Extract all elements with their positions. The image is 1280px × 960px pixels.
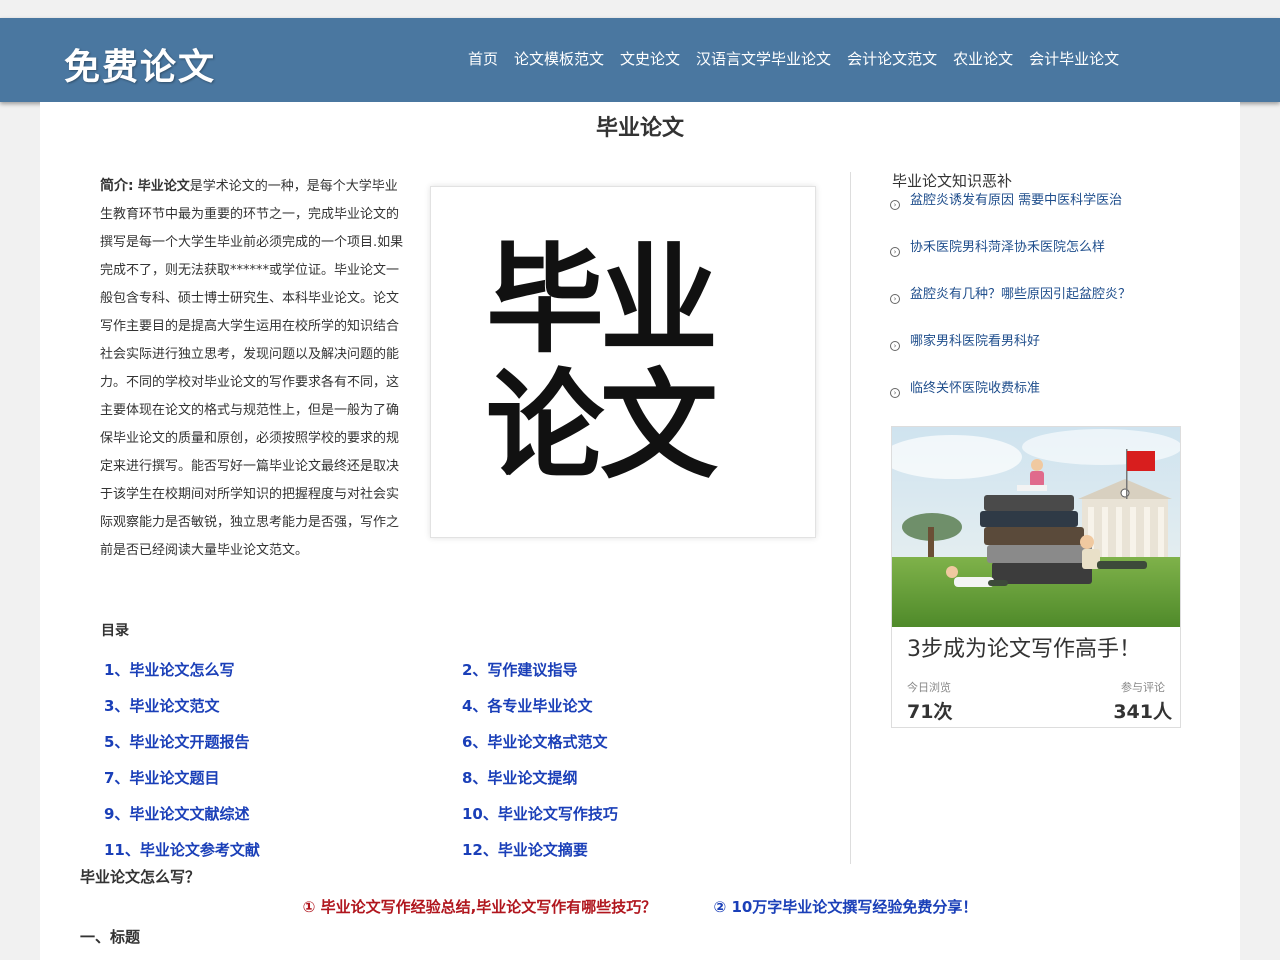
arrow-circle-icon: › — [890, 388, 900, 398]
nav-agriculture-papers[interactable]: 农业论文 — [945, 48, 1021, 69]
arrow-circle-icon: › — [890, 200, 900, 210]
section-heading: 一、标题 — [80, 928, 141, 946]
nav-accounting-papers[interactable]: 会计论文范文 — [839, 48, 945, 69]
cover-line-1: 毕业 — [486, 230, 718, 369]
intro-term: 毕业论文 — [137, 179, 190, 194]
list-item: › 盆腔炎诱发有原因 需要中医科学医治 — [890, 192, 1190, 239]
toc-item[interactable]: 5、毕业论文开题报告 — [104, 724, 462, 760]
nav-paper-templates[interactable]: 论文模板范文 — [506, 48, 612, 69]
views-count: 71次 — [907, 701, 953, 723]
toc-item[interactable]: 11、毕业论文参考文献 — [104, 832, 462, 868]
list-item: › 盆腔炎有几种？哪些原因引起盆腔炎？ — [890, 286, 1190, 333]
list-item: › 协禾医院男科菏泽协禾医院怎么样 — [890, 239, 1190, 286]
promo-caption: 3步成为论文写作高手！ — [907, 637, 1141, 662]
toc-item[interactable]: 3、毕业论文范文 — [104, 688, 462, 724]
column-divider — [850, 172, 851, 864]
sidebar-link[interactable]: 哪家男科医院看男科好 — [910, 333, 1040, 351]
page-title: 毕业论文 — [595, 116, 684, 141]
promo-links: ① 毕业论文写作经验总结,毕业论文写作有哪些技巧？ ② 10万字毕业论文撰写经验… — [40, 896, 1240, 917]
nav-chinese-literature[interactable]: 汉语言文学毕业论文 — [688, 48, 839, 69]
toc-item[interactable]: 7、毕业论文题目 — [104, 760, 462, 796]
sidebar-links: › 盆腔炎诱发有原因 需要中医科学医治 › 协禾医院男科菏泽协禾医院怎么样 › 盆腔炎… — [890, 192, 1190, 427]
toc-item[interactable]: 8、毕业论文提纲 — [462, 760, 784, 796]
sidebar-link[interactable]: 盆腔炎有几种？哪些原因引起盆腔炎？ — [910, 286, 1131, 304]
cover-image: 毕业 论文 — [430, 186, 816, 538]
table-of-contents: 1、毕业论文怎么写 2、写作建议指导 3、毕业论文范文 4、各专业毕业论文 5、… — [104, 652, 784, 868]
arrow-circle-icon: › — [890, 294, 900, 304]
intro-label: 简介: — [100, 178, 134, 194]
cover-line-2: 论文 — [486, 356, 718, 495]
nav-accounting-graduation[interactable]: 会计毕业论文 — [1021, 48, 1127, 69]
intro-text: 是学术论文的一种，是每个大学毕业生教育环节中最为重要的环节之一，完成毕业论文的撰… — [100, 179, 404, 558]
list-item: › 临终关怀医院收费标准 — [890, 380, 1190, 427]
sidebar-title: 毕业论文知识恶补 — [892, 172, 1013, 190]
toc-item[interactable]: 10、毕业论文写作技巧 — [462, 796, 784, 832]
promo-illustration — [892, 427, 1180, 627]
toc-item[interactable]: 6、毕业论文格式范文 — [462, 724, 784, 760]
main-content: 毕业论文 简介: 毕业论文是学术论文的一种，是每个大学毕业生教育环节中最为重要的… — [40, 102, 1240, 960]
toc-item[interactable]: 12、毕业论文摘要 — [462, 832, 784, 868]
toc-item[interactable]: 1、毕业论文怎么写 — [104, 652, 462, 688]
sidebar-link[interactable]: 盆腔炎诱发有原因 需要中医科学医治 — [910, 192, 1122, 210]
site-logo[interactable]: 免费论文 — [64, 38, 216, 90]
views-label: 今日浏览 — [907, 681, 951, 694]
comments-count: 341人 — [1113, 701, 1172, 723]
main-nav: 首页 论文模板范文 文史论文 汉语言文学毕业论文 会计论文范文 农业论文 会计毕… — [460, 48, 1127, 69]
arrow-circle-icon: › — [890, 341, 900, 351]
sidebar-link[interactable]: 临终关怀医院收费标准 — [910, 380, 1040, 398]
toc-item[interactable]: 9、毕业论文文献综述 — [104, 796, 462, 832]
nav-home[interactable]: 首页 — [460, 48, 506, 69]
promo-link-experience[interactable]: ① 毕业论文写作经验总结,毕业论文写作有哪些技巧？ — [303, 898, 657, 916]
toc-title: 目录 — [101, 623, 129, 639]
toc-item[interactable]: 2、写作建议指导 — [462, 652, 784, 688]
toc-item[interactable]: 4、各专业毕业论文 — [462, 688, 784, 724]
sidebar-link[interactable]: 协禾医院男科菏泽协禾医院怎么样 — [910, 239, 1105, 257]
promo-card[interactable]: 3步成为论文写作高手！ 今日浏览 参与评论 71次 341人 — [891, 426, 1181, 728]
section-question: 毕业论文怎么写？ — [80, 868, 201, 886]
comments-label: 参与评论 — [1121, 681, 1165, 694]
intro-paragraph: 简介: 毕业论文是学术论文的一种，是每个大学毕业生教育环节中最为重要的环节之一，… — [100, 172, 410, 565]
promo-link-share[interactable]: ② 10万字毕业论文撰写经验免费分享！ — [714, 898, 978, 916]
nav-literature-history[interactable]: 文史论文 — [612, 48, 688, 69]
list-item: › 哪家男科医院看男科好 — [890, 333, 1190, 380]
top-navigation-bar: 免费论文 首页 论文模板范文 文史论文 汉语言文学毕业论文 会计论文范文 农业论… — [0, 18, 1280, 102]
arrow-circle-icon: › — [890, 247, 900, 257]
